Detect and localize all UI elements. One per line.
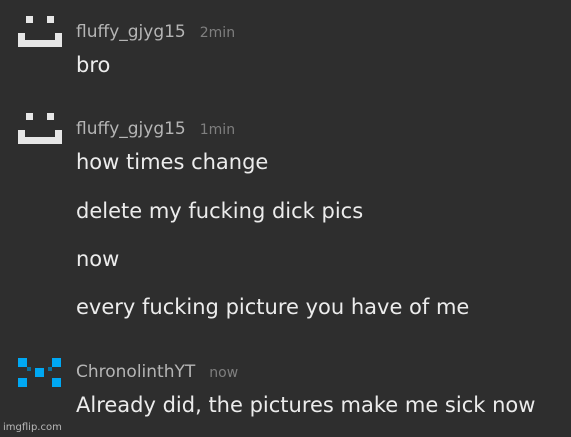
white-pixel-smiley-avatar-icon[interactable]: [18, 111, 62, 147]
message-text: every fucking picture you have of me: [76, 295, 470, 319]
author-line: fluffy_gjyg15 1min: [76, 119, 235, 139]
author-line: fluffy_gjyg15 2min: [76, 22, 235, 42]
timestamp: 1min: [199, 122, 236, 138]
author-name[interactable]: fluffy_gjyg15: [76, 119, 186, 139]
message-text: Already did, the pictures make me sick n…: [76, 393, 536, 417]
chat-log: fluffy_gjyg15 2min bro fluffy_gjyg15 1min …: [0, 0, 571, 437]
white-pixel-smiley-avatar-icon[interactable]: [18, 14, 62, 50]
message-text: how times change: [76, 150, 269, 174]
watermark: imgflip.com: [3, 422, 62, 433]
blue-pixel-avatar-icon[interactable]: [18, 356, 62, 392]
timestamp: 2min: [199, 25, 236, 41]
author-name[interactable]: ChronolinthYT: [76, 362, 195, 382]
author-line: ChronolinthYT now: [76, 362, 238, 382]
message-text: now: [76, 247, 120, 271]
message-text: bro: [76, 53, 111, 77]
message-text: delete my fucking dick pics: [76, 199, 364, 223]
timestamp: now: [209, 365, 239, 381]
author-name[interactable]: fluffy_gjyg15: [76, 22, 186, 42]
